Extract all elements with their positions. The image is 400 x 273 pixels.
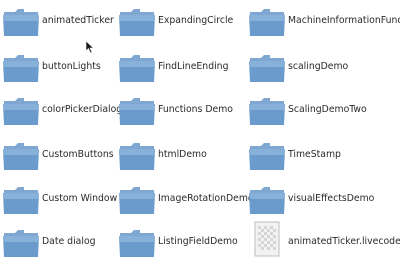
folder-label: CustomButtons: [42, 149, 114, 160]
folder-label: buttonLights: [42, 61, 101, 72]
folder-item-scalingdemo[interactable]: scalingDemo: [248, 48, 400, 88]
folder-icon: [2, 91, 40, 129]
folder-icon: [118, 48, 156, 86]
folder-item-customwindow[interactable]: Custom Window: [2, 180, 117, 220]
folder-icon: [2, 2, 40, 40]
folder-label: htmlDemo: [158, 149, 207, 160]
folder-item-colorpickerdialog[interactable]: colorPickerDialog: [2, 91, 122, 131]
folder-icon: [248, 136, 286, 174]
folder-label: scalingDemo: [288, 61, 349, 72]
folder-label: Custom Window: [42, 193, 118, 204]
folder-item-visualeffectsdemo[interactable]: visualEffectsDemo: [248, 180, 400, 220]
folder-label: ScalingDemoTwo: [288, 104, 367, 115]
folder-label: Date dialog: [42, 236, 96, 247]
folder-icon: [2, 180, 40, 218]
folder-label: FindLineEnding: [158, 61, 229, 72]
mouse-cursor-icon: [85, 39, 97, 54]
folder-item-functionsdemo[interactable]: Functions Demo: [118, 91, 243, 131]
folder-icon: [118, 223, 156, 261]
folder-label: ExpandingCircle: [158, 15, 234, 26]
folder-icon: [2, 136, 40, 174]
folder-label: ImageRotationDemo: [158, 193, 254, 204]
folder-icon: [2, 48, 40, 86]
folder-icon: [118, 180, 156, 218]
folder-item-expandingcircle[interactable]: ExpandingCircle: [118, 2, 243, 42]
folder-item-listingfielddemo[interactable]: ListingFieldDemo: [118, 223, 243, 263]
folder-item-imagerotationdemo[interactable]: ImageRotationDemo: [118, 180, 254, 220]
folder-icon: [2, 223, 40, 261]
folder-item-findlineending[interactable]: FindLineEnding: [118, 48, 243, 88]
livecode-file-icon: [248, 220, 286, 258]
file-label: animatedTicker.livecode: [288, 236, 400, 247]
folder-icon: [248, 180, 286, 218]
file-item-animatedticker-livecode[interactable]: animatedTicker.livecode: [248, 220, 400, 260]
folder-item-animatedticker[interactable]: animatedTicker: [2, 2, 114, 42]
folder-item-timestamp[interactable]: TimeStamp: [248, 136, 400, 176]
folder-icon: [248, 2, 286, 40]
folder-label: ListingFieldDemo: [158, 236, 238, 247]
folder-label: Functions Demo: [158, 104, 233, 115]
folder-label: animatedTicker: [42, 15, 114, 26]
folder-label: visualEffectsDemo: [288, 193, 375, 204]
folder-item-scalingdemotwo[interactable]: ScalingDemoTwo: [248, 91, 400, 131]
folder-label: MachineInformationFunctions: [288, 15, 400, 26]
folder-item-custombuttons[interactable]: CustomButtons: [2, 136, 114, 176]
folder-label: colorPickerDialog: [42, 104, 123, 115]
folder-item-machineinformationfunctions[interactable]: MachineInformationFunctions: [248, 2, 400, 42]
folder-icon: [248, 91, 286, 129]
folder-icon: [118, 2, 156, 40]
folder-icon: [248, 48, 286, 86]
folder-label: TimeStamp: [288, 149, 341, 160]
folder-item-buttonlights[interactable]: buttonLights: [2, 48, 112, 88]
file-browser-view: animatedTicker buttonLights colorPickerD…: [0, 0, 400, 273]
folder-item-datedialog[interactable]: Date dialog: [2, 223, 112, 263]
folder-item-htmldemo[interactable]: htmlDemo: [118, 136, 243, 176]
folder-icon: [118, 91, 156, 129]
folder-icon: [118, 136, 156, 174]
